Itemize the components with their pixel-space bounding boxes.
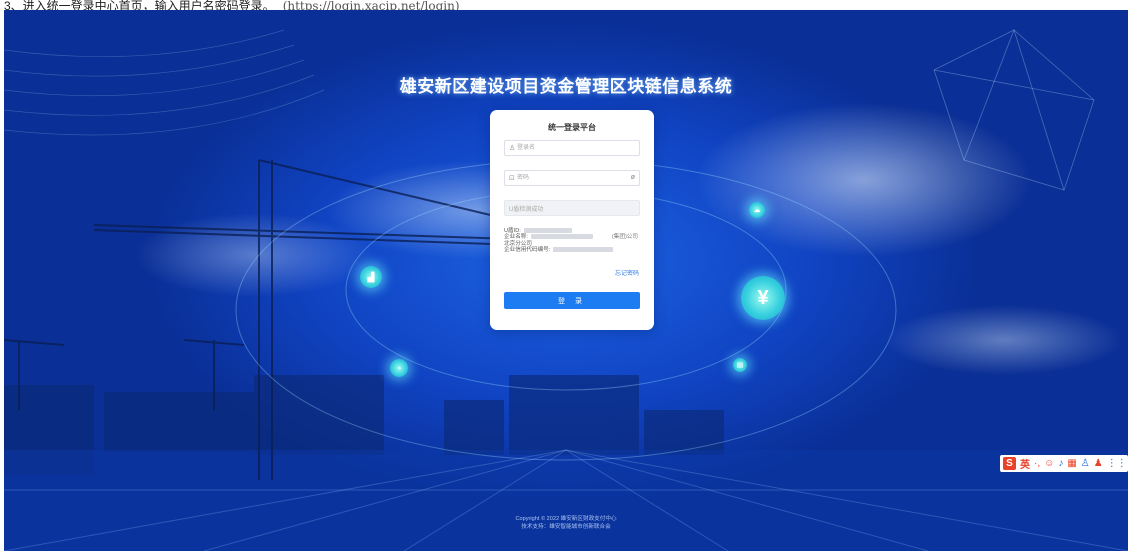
ime-logo-icon[interactable]: S [1003,457,1016,470]
lock-icon: ⊡ [509,175,515,182]
password-field[interactable]: ⊡ ø [504,170,640,186]
footer-copyright: Copyright © 2022 雄安新区财政支付中心 [515,516,617,522]
system-title: 雄安新区建设项目资金管理区块链信息系统 [399,77,733,96]
username-field[interactable]: ♙ [504,140,640,156]
ime-skin-icon[interactable]: ♟ [1094,458,1103,469]
ime-punct-icon[interactable]: ·, [1034,458,1040,469]
credit-code-label: 企业信用代码编号: [504,247,551,254]
user-icon: ♙ [509,145,516,152]
company-name-label: 企业名称: [504,234,528,241]
ukey-status-text: U盾检测成功 [509,206,544,213]
cloud-icon: ☁ [749,202,765,218]
chart-icon: ▟ [360,266,382,288]
ime-keyboard-icon[interactable]: ▦ [1067,458,1076,469]
pie-icon: ◔ [390,359,408,377]
document-icon: ▤ [733,358,747,372]
ime-emoji-icon[interactable]: ☺ [1044,458,1054,469]
ime-menu-icon[interactable]: ⋮⋮ [1107,458,1127,469]
branch-label: 北京分公司 [504,240,532,247]
ime-user-icon[interactable]: ♙ [1081,458,1090,469]
credit-code-row: 企业信用代码编号: [504,247,640,253]
login-card-title: 统一登录平台 [548,123,596,132]
ime-voice-icon[interactable]: ♪ [1058,458,1063,469]
footer: Copyright © 2022 雄安新区财政支付中心 技术支持：雄安智能城市创… [515,516,616,531]
company-name-tail: (集团)公司 [611,234,638,241]
footer-support: 技术支持：雄安智能城市创新联合会 [521,523,611,530]
username-input[interactable] [517,142,627,154]
forgot-password-link[interactable]: 忘记密码 [615,268,639,277]
password-input[interactable] [517,172,627,184]
ime-toolbar[interactable]: S 英 ·, ☺ ♪ ▦ ♙ ♟ ⋮⋮ [1000,455,1128,472]
ime-lang-toggle[interactable]: 英 [1020,456,1030,471]
eye-icon[interactable]: ø [631,174,635,181]
company-info: U盾ID: 企业名称: (集团)公司 北京分公司 企业信用代码编号: [504,228,640,254]
yuan-icon: ¥ [741,276,785,320]
ukey-status-field: U盾检测成功 [504,200,640,216]
login-button[interactable]: 登 录 [504,292,640,309]
login-screen: 雄安新区建设项目资金管理区块链信息系统 ▟ ◔ ☁ ¥ ▤ 统一登录平台 ♙ ⊡… [4,10,1128,551]
